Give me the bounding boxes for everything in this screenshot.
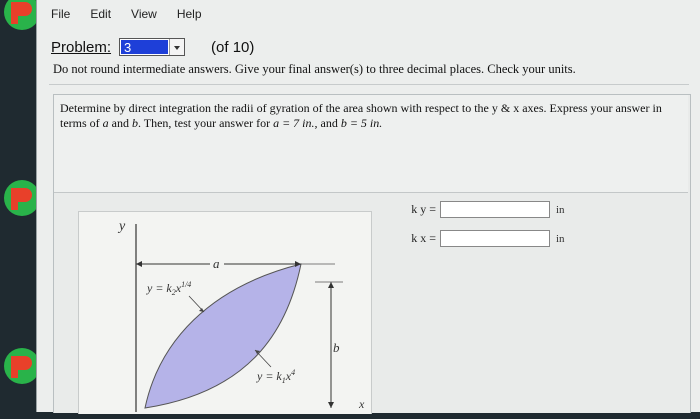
problem-select[interactable]: 3 [119, 38, 186, 56]
kx-answer-input[interactable] [440, 230, 550, 247]
answer-unit: in [556, 232, 565, 245]
question-text: Determine by direct integration the radi… [54, 95, 688, 193]
menu-edit[interactable]: Edit [90, 7, 111, 21]
menu-bar: File Edit View Help [37, 0, 700, 28]
menu-help[interactable]: Help [177, 7, 202, 21]
answer-row-kx: k x = in [402, 230, 565, 247]
menu-view[interactable]: View [131, 7, 157, 21]
divider [49, 84, 689, 85]
problem-selector-row: Problem: 3 (of 10) [51, 36, 254, 58]
instructions-text: Do not round intermediate answers. Give … [53, 62, 576, 76]
answer-label: k y = [411, 202, 436, 216]
chevron-down-icon[interactable] [169, 39, 185, 55]
x-axis-label: x [358, 397, 365, 411]
answer-row-ky: k y = in [402, 201, 565, 218]
menu-file[interactable]: File [51, 7, 70, 21]
problem-label: Problem: [51, 38, 112, 56]
dimension-b-label: b [333, 340, 340, 355]
question-panel: Determine by direct integration the radi… [53, 94, 691, 414]
lower-curve-label: y = k1x4 [256, 368, 295, 385]
y-axis-label: y [117, 219, 126, 234]
upper-curve-label: y = k2x1/4 [146, 280, 191, 297]
question-line-2: terms of a and b. Then, test your answer… [60, 116, 383, 130]
ky-answer-input[interactable] [440, 201, 550, 218]
problem-select-value: 3 [121, 40, 169, 55]
answer-unit: in [556, 203, 565, 216]
dimension-a-label: a [213, 256, 220, 271]
area-diagram: a b y x y = k2x1/4 y = k1x4 [117, 219, 365, 412]
problem-total: (of 10) [211, 38, 255, 56]
question-line-1: Determine by direct integration the radi… [60, 101, 662, 115]
answer-label: k x = [411, 231, 436, 245]
area-figure: a b y x y = k2x1/4 y = k1x4 [78, 211, 372, 414]
problem-window: File Edit View Help Problem: 3 (of 10) D… [36, 0, 700, 414]
